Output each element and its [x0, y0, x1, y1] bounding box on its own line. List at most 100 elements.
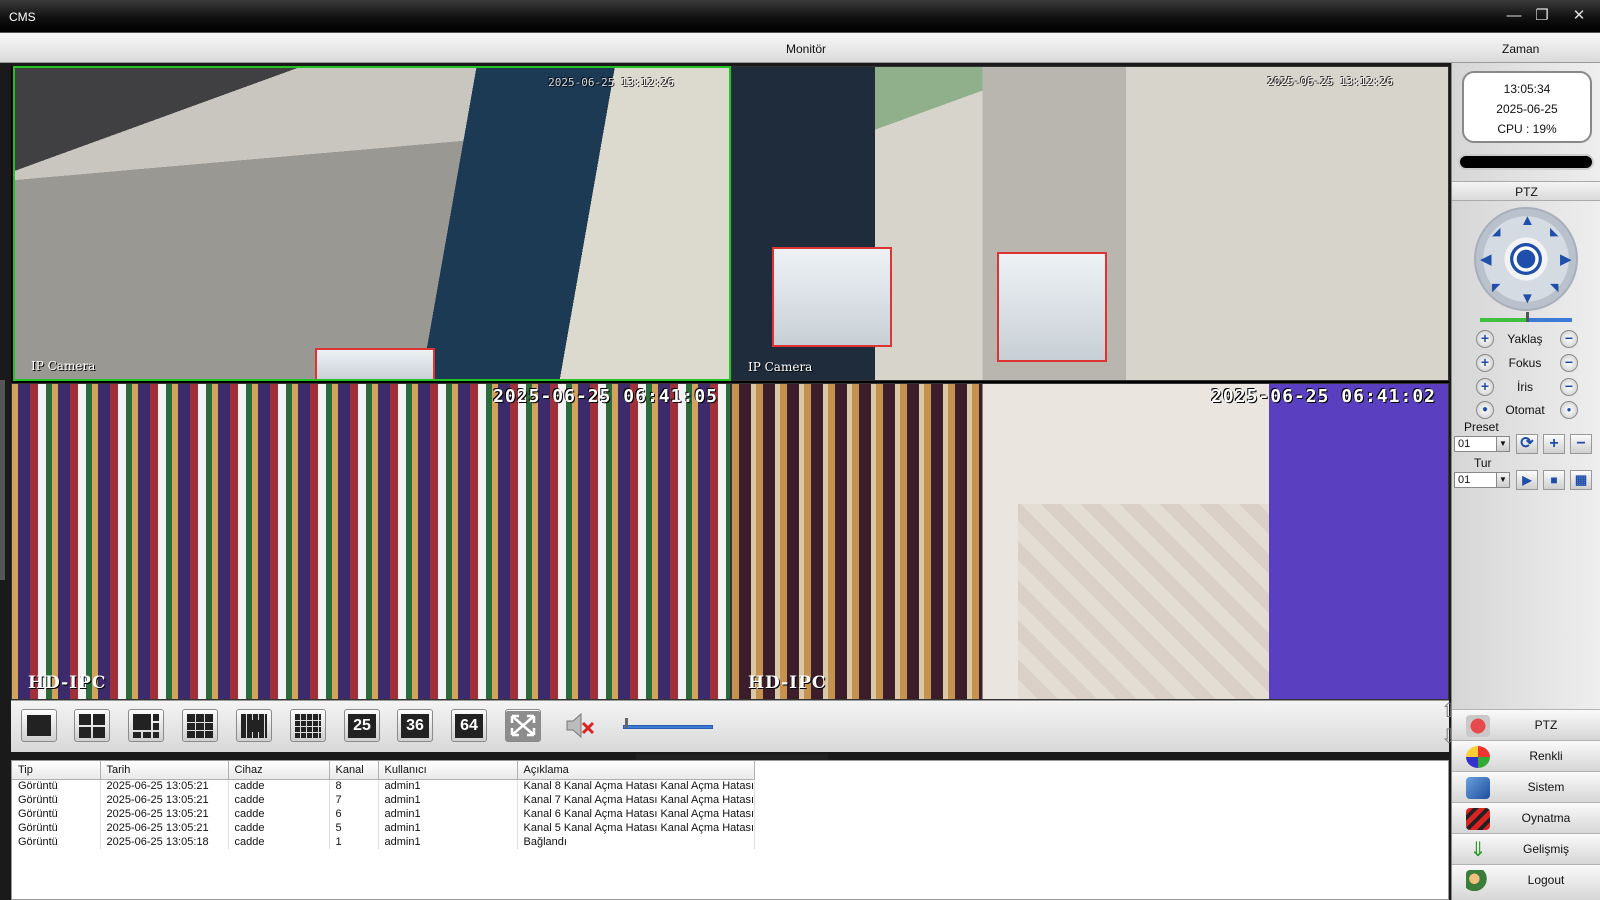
preset-value: 01 [1458, 438, 1471, 450]
camera-view-1[interactable]: 2025-06-25 13:12:26 IP Camera [13, 66, 731, 381]
col-header-channel[interactable]: Kanal [329, 761, 379, 780]
menu-item-ptz[interactable]: PTZ [1452, 709, 1600, 740]
cell-user: admin1 [378, 793, 518, 807]
menu-item-color[interactable]: Renkli [1452, 740, 1600, 771]
event-log-table: Tip Tarih Cihaz Kanal Kullanıcı Açıklama… [12, 761, 756, 849]
iris-minus-button[interactable]: − [1560, 378, 1578, 396]
logout-icon [1466, 870, 1490, 892]
preset-select[interactable]: 01 ▼ [1454, 436, 1510, 452]
layout-36-button[interactable]: 36 [397, 709, 433, 742]
arrow-down-icon[interactable]: ▼ [1520, 291, 1535, 306]
fullscreen-button[interactable] [505, 709, 541, 742]
layout-9-button[interactable] [182, 709, 218, 742]
layout-16-button[interactable] [290, 709, 326, 742]
cell-date: 2025-06-25 13:05:21 [100, 779, 229, 793]
arrow-down-right-icon[interactable]: ◥ [1550, 281, 1558, 296]
zoom-out-button[interactable]: − [1560, 330, 1578, 348]
arrow-up-right-icon[interactable]: ◣ [1550, 225, 1558, 240]
cell-user: admin1 [378, 835, 518, 849]
scene-object [772, 247, 892, 347]
layout-6-button[interactable] [128, 709, 164, 742]
title-bar: CMS — ❐ ✕ [0, 0, 1600, 33]
layout-1-button[interactable] [21, 709, 57, 742]
advanced-icon: ⇓ [1469, 839, 1487, 861]
arrow-up-left-icon[interactable]: ◢ [1492, 225, 1500, 240]
ptz-center-icon[interactable] [1510, 243, 1542, 275]
auto-stop-button[interactable]: ● [1560, 401, 1578, 419]
cell-date: 2025-06-25 13:05:21 [100, 807, 229, 821]
cell-device: cadde [228, 779, 330, 793]
cell-device: cadde [228, 821, 330, 835]
menu-item-advanced[interactable]: ⇓ Gelişmiş [1452, 833, 1600, 864]
table-row[interactable]: Görüntü 2025-06-25 13:05:21 cadde 7 admi… [12, 793, 756, 807]
camera-grid: 2025-06-25 13:12:26 IP Camera 2025-06-25… [11, 66, 1449, 700]
camera-view-2[interactable]: 2025-06-25 13:12:26 IP Camera [731, 66, 1449, 381]
ptz-joystick[interactable]: ▲ ▼ ◀ ▶ ◢ ◣ ◤ ◥ [1474, 207, 1578, 311]
volume-slider[interactable] [623, 725, 713, 729]
mute-button[interactable] [562, 709, 596, 742]
time-label: Zaman [1502, 42, 1540, 56]
left-edge-handle[interactable] [0, 380, 5, 580]
restore-icon[interactable]: ❐ [1532, 7, 1552, 25]
preset-label: Preset [1464, 420, 1499, 434]
minimize-icon[interactable]: — [1504, 7, 1524, 25]
menu-item-playback[interactable]: Oynatma [1452, 802, 1600, 833]
camera-label: HD-IPC [28, 673, 107, 693]
focus-minus-button[interactable]: − [1560, 354, 1578, 372]
preset-remove-button[interactable]: − [1570, 434, 1592, 454]
layout-10-button[interactable] [236, 709, 272, 742]
preset-call-button[interactable]: ⟳ [1516, 434, 1538, 454]
cell-channel: 5 [329, 821, 379, 835]
layout-25-button[interactable]: 25 [344, 709, 380, 742]
volume-knob[interactable] [625, 718, 628, 728]
tour-grid-button[interactable]: ▦ [1570, 470, 1592, 490]
camera-view-4[interactable]: 2025-06-25 06:41:02 HD-IPC [731, 383, 1449, 700]
camera-view-3[interactable]: 2025-06-25 06:41:05 HD-IPC [11, 383, 731, 700]
event-log: Tip Tarih Cihaz Kanal Kullanıcı Açıklama… [11, 760, 1449, 900]
cell-description: Kanal 8 Kanal Açma Hatası Kanal Açma Hat… [517, 779, 756, 793]
col-header-description[interactable]: Açıklama [517, 761, 756, 780]
zoom-label: Yaklaş [1507, 332, 1543, 346]
table-row[interactable]: Görüntü 2025-06-25 13:05:21 cadde 5 admi… [12, 821, 756, 835]
cell-device: cadde [228, 835, 330, 849]
ptz-speed-knob[interactable] [1526, 312, 1529, 322]
col-header-user[interactable]: Kullanıcı [378, 761, 518, 780]
camera-timestamp: 2025-06-25 13:12:26 [1267, 75, 1393, 88]
col-header-device[interactable]: Cihaz [228, 761, 330, 780]
arrow-down-left-icon[interactable]: ◤ [1492, 281, 1500, 296]
menu-item-label: Gelişmiş [1522, 842, 1569, 856]
arrow-up-icon[interactable]: ▲ [1520, 213, 1535, 228]
arrow-left-icon[interactable]: ◀ [1480, 252, 1492, 267]
layout-64-button[interactable]: 64 [451, 709, 487, 742]
cell-type: Görüntü [12, 807, 101, 821]
col-header-type[interactable]: Tip [12, 761, 101, 780]
zoom-row: + Yaklaş − [1452, 329, 1600, 349]
playback-icon [1466, 808, 1490, 830]
camera-timestamp: 2025-06-25 13:12:26 [548, 76, 674, 89]
table-row[interactable]: Görüntü 2025-06-25 13:05:21 cadde 8 admi… [12, 779, 756, 793]
col-header-date[interactable]: Tarih [100, 761, 229, 780]
layout-4-button[interactable] [74, 709, 110, 742]
menu-item-label: PTZ [1534, 718, 1558, 732]
header-strip: Monitör Zaman [0, 33, 1600, 63]
scene-object [315, 348, 435, 379]
cell-type: Görüntü [12, 821, 101, 835]
menu-item-system[interactable]: Sistem [1452, 771, 1600, 802]
cell-type: Görüntü [12, 835, 101, 849]
tour-value: 01 [1458, 474, 1471, 486]
layout-64-label: 64 [455, 714, 483, 738]
table-row[interactable]: Görüntü 2025-06-25 13:05:21 cadde 6 admi… [12, 807, 756, 821]
color-icon [1466, 746, 1490, 768]
menu-item-logout[interactable]: Logout [1452, 864, 1600, 900]
arrow-right-icon[interactable]: ▶ [1560, 252, 1572, 267]
table-row[interactable]: Görüntü 2025-06-25 13:05:18 cadde 1 admi… [12, 835, 756, 849]
close-icon[interactable]: ✕ [1569, 7, 1589, 25]
tour-stop-button[interactable]: ■ [1543, 470, 1565, 490]
right-panel: 13:05:34 2025-06-25 CPU : 19% PTZ ▲ ▼ ◀ … [1451, 63, 1600, 900]
tour-play-button[interactable]: ▶ [1516, 470, 1538, 490]
chevron-down-icon: ▼ [1496, 473, 1509, 487]
tour-select[interactable]: 01 ▼ [1454, 472, 1510, 488]
preset-add-button[interactable]: + [1543, 434, 1565, 454]
cell-type: Görüntü [12, 779, 101, 793]
monitor-label: Monitör [786, 42, 827, 56]
